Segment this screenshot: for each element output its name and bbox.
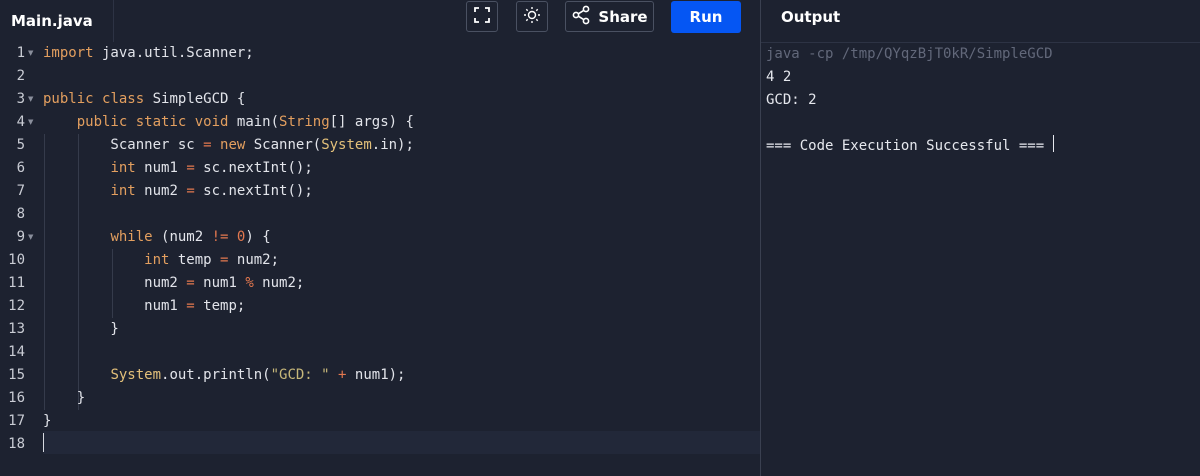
code-line: int temp = num2; <box>144 252 280 268</box>
fold-arrow-icon[interactable]: ▼ <box>28 42 36 65</box>
share-label: Share <box>598 7 648 26</box>
line-number: 3 <box>16 91 25 107</box>
output-result: GCD: 2 <box>766 92 817 108</box>
output-cursor <box>1053 135 1054 152</box>
line-number: 15 <box>8 367 25 383</box>
line-number: 17 <box>8 413 25 429</box>
code-line: Scanner sc = new Scanner(System.in); <box>43 137 414 153</box>
share-icon <box>571 5 591 29</box>
code-line: num2 = num1 % num2; <box>43 275 305 291</box>
line-number: 14 <box>8 344 25 360</box>
code-line: } <box>43 413 52 429</box>
line-number: 9 <box>16 229 25 245</box>
code-line: } <box>43 390 86 406</box>
theme-toggle-button[interactable] <box>516 1 548 32</box>
code-line: while (num2 != 0) { <box>110 229 271 245</box>
line-number: 6 <box>16 160 25 176</box>
share-button[interactable]: Share <box>565 1 654 32</box>
output-input-echo: 4 2 <box>766 69 792 85</box>
line-number: 2 <box>16 68 25 84</box>
output-status: === Code Execution Successful === <box>766 138 1045 154</box>
fold-arrow-icon[interactable]: ▼ <box>28 111 36 134</box>
text-cursor <box>43 433 44 452</box>
output-title: Output <box>781 8 841 26</box>
output-command: java -cp /tmp/QYqzBjT0kR/SimpleGCD <box>766 46 1053 62</box>
fullscreen-icon <box>473 6 491 28</box>
line-number: 8 <box>16 206 25 222</box>
tab-main-java[interactable]: Main.java <box>0 0 114 43</box>
fold-arrow-icon[interactable]: ▼ <box>28 226 36 249</box>
line-number: 10 <box>8 252 25 268</box>
code-content[interactable]: import java.util.Scanner; public class S… <box>43 42 760 476</box>
line-number: 16 <box>8 390 25 406</box>
code-line: int num2 = sc.nextInt(); <box>110 183 313 199</box>
code-line: public static void main(String[] args) { <box>76 114 414 130</box>
fold-arrow-icon[interactable]: ▼ <box>28 88 36 111</box>
line-number: 18 <box>8 436 25 452</box>
sun-icon <box>523 6 541 28</box>
code-line: num1 = temp; <box>43 298 246 314</box>
line-number: 1 <box>16 45 25 61</box>
line-number: 11 <box>8 275 25 291</box>
line-number: 7 <box>16 183 25 199</box>
line-number: 5 <box>16 137 25 153</box>
panel-divider[interactable] <box>760 0 761 476</box>
line-number: 12 <box>8 298 25 314</box>
output-panel[interactable]: java -cp /tmp/QYqzBjT0kR/SimpleGCD 4 2 G… <box>766 42 1196 476</box>
code-line: public class SimpleGCD { <box>43 91 246 107</box>
code-line: int num1 = sc.nextInt(); <box>110 160 313 176</box>
top-bar: Main.java Share Run Output <box>0 0 1200 43</box>
line-gutter: 1 ▼ 2 3 ▼ 4 ▼ 5 6 7 8 9 ▼ 10 11 12 13 14… <box>0 42 40 476</box>
line-number: 4 <box>16 114 25 130</box>
code-line: System.out.println("GCD: " + num1); <box>110 367 406 383</box>
line-number: 13 <box>8 321 25 337</box>
run-button[interactable]: Run <box>671 1 741 33</box>
code-editor[interactable]: 1 ▼ 2 3 ▼ 4 ▼ 5 6 7 8 9 ▼ 10 11 12 13 14… <box>0 42 760 476</box>
code-line: import java.util.Scanner; <box>43 45 254 61</box>
code-line: } <box>43 321 119 337</box>
fullscreen-button[interactable] <box>466 1 498 32</box>
